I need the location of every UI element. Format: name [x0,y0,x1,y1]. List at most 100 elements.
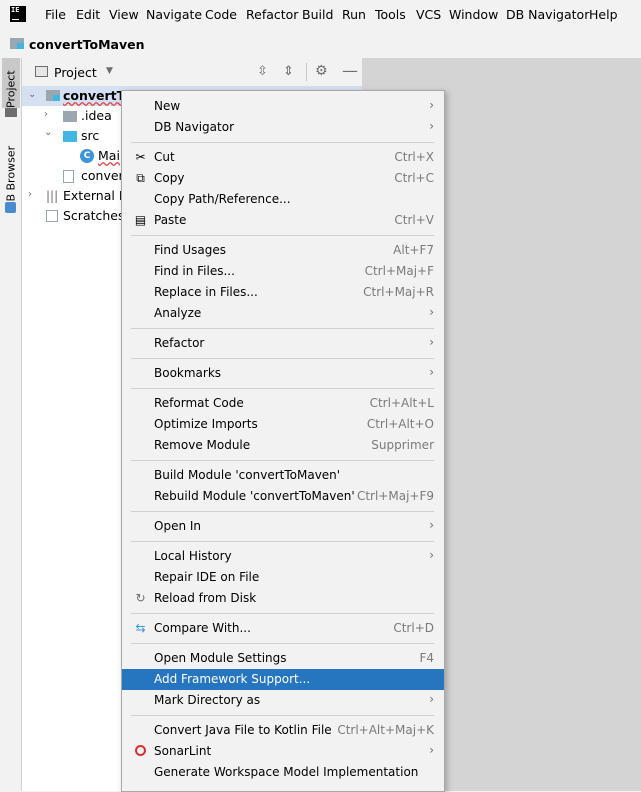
menu-item-rebuild-module[interactable]: Rebuild Module 'convertToMaven' Ctrl+Maj… [122,486,444,507]
class-icon: C [80,149,94,163]
menu-item-label: Bookmarks [154,366,222,380]
source-folder-icon [63,131,77,142]
menu-item-find-in-files[interactable]: Find in Files... Ctrl+Maj+F [122,261,444,282]
menu-separator [131,613,434,614]
menu-item-label: Copy Path/Reference... [154,192,291,206]
menu-item-find-usages[interactable]: Find Usages Alt+F7 [122,240,444,261]
menu-item-analyze[interactable]: Analyze › [122,303,444,324]
menu-separator [131,142,434,143]
panel-icon [35,66,48,77]
expand-all-icon[interactable]: ⇳ [257,64,268,79]
chevron-right-icon[interactable]: › [28,189,32,200]
chevron-right-icon[interactable]: › [44,109,48,120]
menu-db-navigator[interactable]: DB Navigator [506,7,589,22]
menu-separator [131,388,434,389]
menu-item-label: Compare With... [154,621,251,635]
menu-item-open-module-settings[interactable]: Open Module Settings F4 [122,648,444,669]
menu-item-label: Open Module Settings [154,651,287,665]
gear-icon[interactable]: ⚙ [315,63,328,79]
chevron-down-icon[interactable]: ⌄ [28,89,36,100]
tab-db-browser[interactable]: DB Browser [2,138,20,210]
chevron-right-icon: › [429,692,434,706]
chevron-right-icon: › [429,518,434,532]
menu-item-label: Add Framework Support... [154,672,311,686]
navigation-bar: convertToMaven [0,32,641,56]
tab-project[interactable]: Project [2,58,20,108]
menu-item-label: Build Module 'convertToMaven' [154,468,341,482]
chevron-right-icon: › [429,305,434,319]
menu-item-bookmarks[interactable]: Bookmarks › [122,363,444,384]
menu-item-mark-directory-as[interactable]: Mark Directory as › [122,690,444,711]
menu-item-reload-from-disk[interactable]: ↻ Reload from Disk [122,588,444,609]
menu-item-copy-path[interactable]: Copy Path/Reference... [122,189,444,210]
collapse-all-icon[interactable]: ⇕ [283,64,294,79]
database-icon [5,202,16,213]
menu-item-label: Repair IDE on File [154,570,260,584]
scissors-icon: ✂ [135,150,146,164]
menu-item-reformat-code[interactable]: Reformat Code Ctrl+Alt+L [122,393,444,414]
menu-navigate[interactable]: Navigate [146,7,202,22]
menu-item-label: Convert Java File to Kotlin File [154,723,332,737]
menu-item-label: Find in Files... [154,264,235,278]
menu-item-cut[interactable]: ✂ Cut Ctrl+X [122,147,444,168]
chevron-right-icon: › [429,365,434,379]
folder-icon [63,111,77,122]
minimize-icon[interactable]: — [342,61,358,80]
chevron-right-icon: › [429,743,434,757]
menu-item-paste[interactable]: ▤ Paste Ctrl+V [122,210,444,231]
menu-item-compare-with[interactable]: ⇆ Compare With... Ctrl+D [122,618,444,639]
panel-header: Project ▼ ⇳ ⇕ ⚙ — [22,58,362,87]
menu-item-copy[interactable]: ⧉ Copy Ctrl+C [122,168,444,189]
menu-item-label: Generate Workspace Model Implementation [154,765,419,779]
menu-build[interactable]: Build [302,7,333,22]
menu-item-label: Open In [154,519,202,533]
menu-help[interactable]: Help [589,7,618,22]
menu-item-db-navigator[interactable]: DB Navigator › [122,117,444,138]
menu-item-remove-module[interactable]: Remove Module Supprimer [122,435,444,456]
breadcrumb-project[interactable]: convertToMaven [29,37,145,52]
menu-item-add-framework-support[interactable]: Add Framework Support... [122,669,444,690]
menu-bar: IE File Edit View Navigate Code Refactor… [0,0,641,30]
menu-separator [131,715,434,716]
panel-title[interactable]: Project [54,65,97,80]
menu-item-repair-ide[interactable]: Repair IDE on File [122,567,444,588]
menu-run[interactable]: Run [342,7,366,22]
menu-item-convert-to-kotlin[interactable]: Convert Java File to Kotlin File Ctrl+Al… [122,720,444,741]
menu-item-new[interactable]: New › [122,96,444,117]
menu-window[interactable]: Window [449,7,498,22]
menu-item-label: Reformat Code [154,396,244,410]
menu-item-shortcut: Ctrl+Alt+O [366,417,434,431]
menu-view[interactable]: View [109,7,139,22]
menu-item-replace-in-files[interactable]: Replace in Files... Ctrl+Maj+R [122,282,444,303]
menu-item-shortcut: Ctrl+Alt+Maj+K [337,723,434,737]
menu-item-label: Find Usages [154,243,227,257]
menu-item-label: Optimize Imports [154,417,258,431]
menu-edit[interactable]: Edit [76,7,100,22]
menu-item-open-in[interactable]: Open In › [122,516,444,537]
menu-item-local-history[interactable]: Local History › [122,546,444,567]
view-dropdown-icon[interactable]: ▼ [106,66,113,76]
menu-item-optimize-imports[interactable]: Optimize Imports Ctrl+Alt+O [122,414,444,435]
menu-file[interactable]: File [45,7,66,22]
menu-code[interactable]: Code [205,7,237,22]
menu-item-generate-workspace-model[interactable]: Generate Workspace Model Implementation [122,762,444,783]
menu-vcs[interactable]: VCS [416,7,441,22]
menu-separator [131,328,434,329]
menu-item-label: Replace in Files... [154,285,258,299]
chevron-down-icon[interactable]: ⌄ [44,127,52,138]
menu-item-shortcut: Ctrl+Maj+F [364,264,434,278]
menu-refactor[interactable]: Refactor [246,7,298,22]
menu-item-build-module[interactable]: Build Module 'convertToMaven' [122,465,444,486]
iml-file-icon [63,170,74,183]
chevron-right-icon: › [429,335,434,349]
menu-tools[interactable]: Tools [375,7,406,22]
menu-item-sonarlint[interactable]: SonarLint › [122,741,444,762]
toolbar-divider [306,63,307,81]
menu-item-refactor[interactable]: Refactor › [122,333,444,354]
reload-icon: ↻ [135,591,146,605]
scratches-icon [46,210,58,222]
menu-item-shortcut: Ctrl+V [394,213,434,227]
library-icon: ||| [46,189,59,203]
menu-item-label: New [154,99,181,113]
paste-icon: ▤ [134,213,147,227]
